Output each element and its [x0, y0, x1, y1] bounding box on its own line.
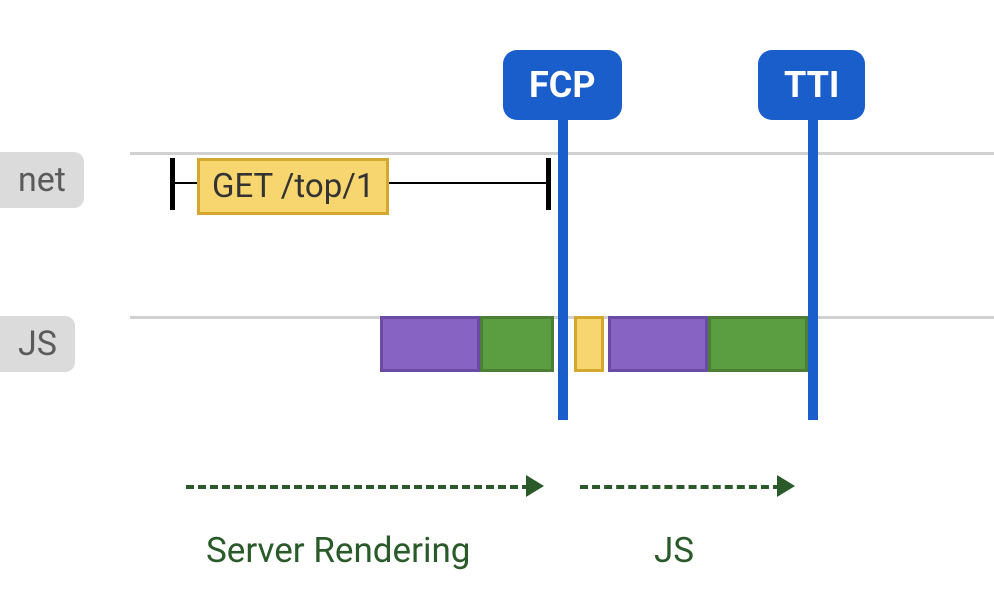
js-phase-label: JS: [654, 530, 694, 571]
request-box: GET /top/1: [197, 158, 389, 215]
js-block-green-1: [480, 316, 554, 372]
js-block-green-2: [708, 316, 808, 372]
net-row-label: net: [0, 152, 84, 208]
js-block-purple-2: [608, 316, 708, 372]
request-span-start-bracket: [170, 158, 175, 210]
server-rendering-phase-arrow: [186, 472, 542, 502]
server-rendering-phase-label: Server Rendering: [206, 530, 470, 571]
js-phase-arrow: [580, 472, 793, 502]
tti-marker-line: [808, 118, 818, 420]
js-row-label: JS: [0, 316, 75, 372]
request-span-end-bracket: [546, 158, 551, 210]
fcp-marker-line: [558, 118, 568, 420]
fcp-marker-badge: FCP: [503, 50, 622, 120]
tti-marker-badge: TTI: [758, 50, 865, 120]
js-block-purple-1: [380, 316, 480, 372]
js-block-yellow-1: [574, 316, 604, 372]
